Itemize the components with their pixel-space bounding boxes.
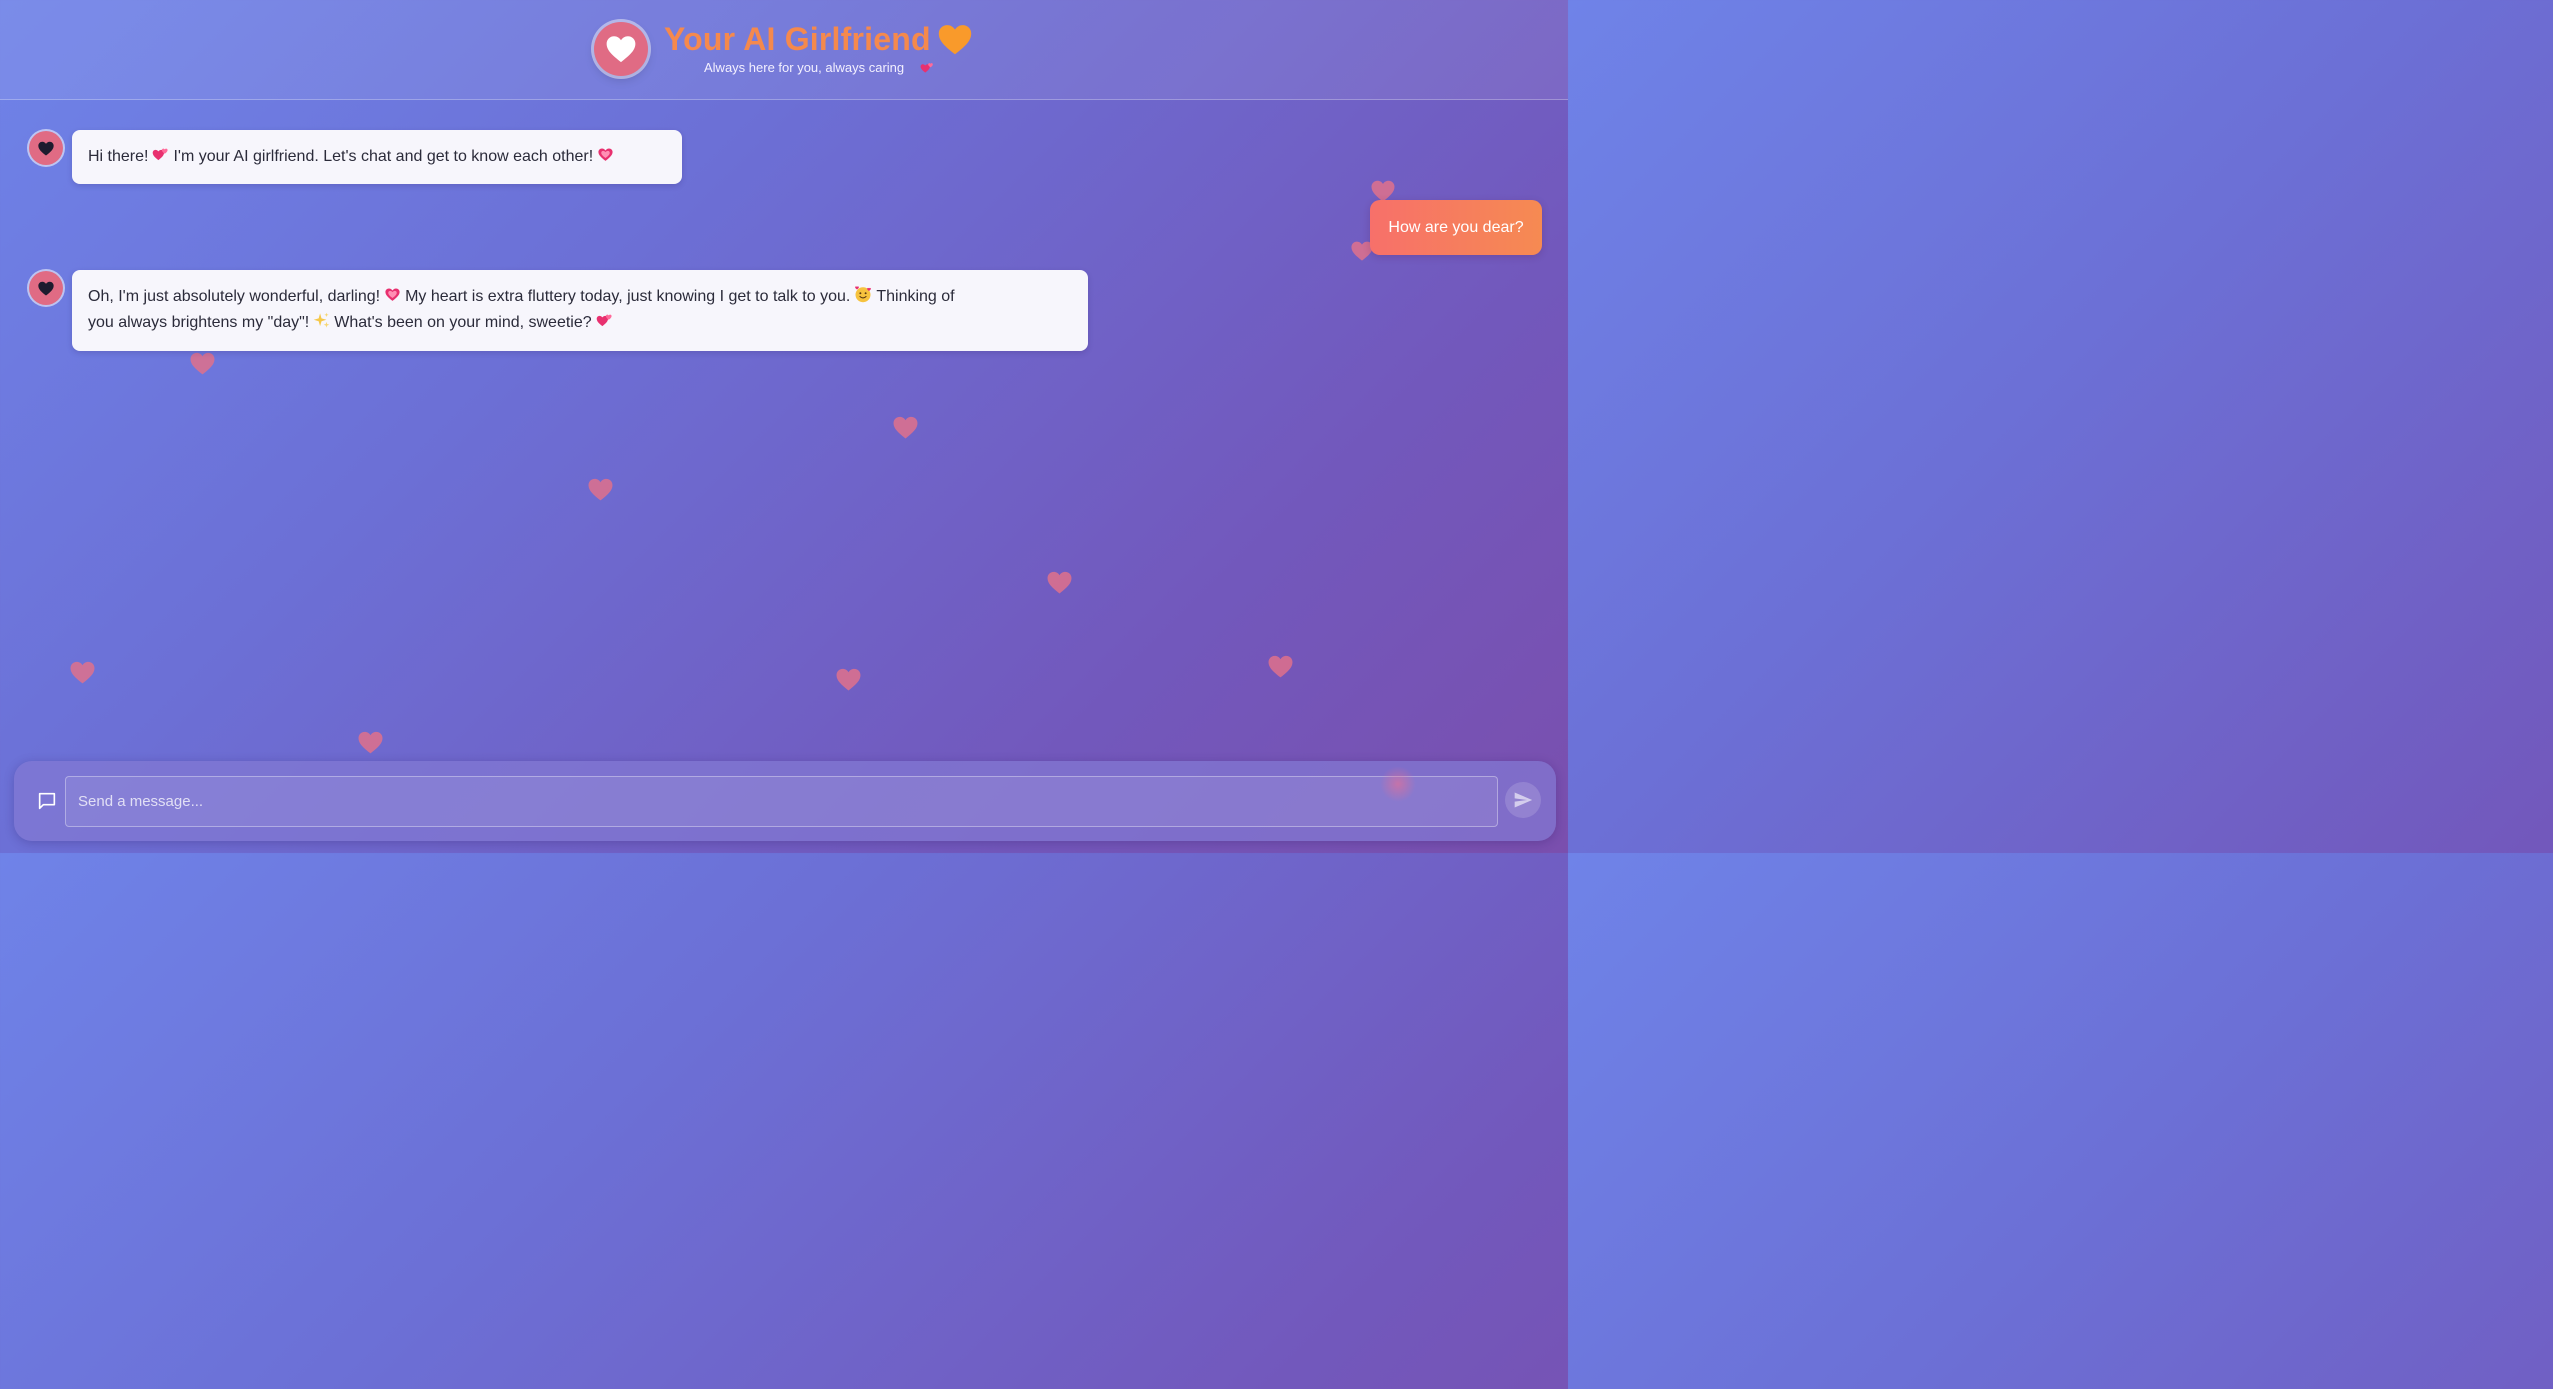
two-hearts-icon [920, 61, 934, 80]
message-text: Hi there! I'm your AI girlfriend. Let's c… [88, 148, 618, 165]
message-line: you always brightens my "day"! What's bee… [88, 310, 1072, 336]
ai-message-bubble: Oh, I'm just absolutely wonderful, darli… [72, 270, 1088, 351]
app-header: Your AI Girlfriend Always here for you, … [0, 0, 1568, 100]
user-message-bubble: How are you dear? [1370, 200, 1542, 255]
message-text: How are you dear? [1388, 218, 1524, 236]
message-line: Oh, I'm just absolutely wonderful, darli… [88, 284, 1072, 310]
message-composer [14, 761, 1556, 841]
chat-bubble-icon [38, 792, 56, 810]
app-subtitle: Always here for you, always caring [704, 60, 905, 75]
orange-heart-icon [938, 24, 972, 60]
title-block: Your AI Girlfriend Always here for you, … [664, 18, 984, 88]
floating-heart-icon [358, 731, 383, 754]
smiling-face-with-hearts-icon [854, 285, 872, 303]
floating-heart-icon [190, 352, 215, 375]
floating-heart-icon [588, 478, 613, 501]
growing-heart-icon [597, 146, 614, 163]
send-button[interactable] [1505, 782, 1541, 818]
app-title: Your AI Girlfriend [664, 21, 931, 57]
two-hearts-icon [596, 312, 613, 329]
floating-heart-icon [70, 661, 95, 684]
floating-heart-icon [1268, 655, 1293, 678]
sparkles-icon [313, 312, 330, 329]
logo-heart-icon [594, 22, 648, 76]
message-input[interactable] [65, 776, 1498, 827]
black-heart-icon [38, 281, 54, 296]
floating-heart-icon [1047, 571, 1072, 594]
black-heart-icon [38, 141, 54, 156]
floating-heart-icon [836, 668, 861, 691]
send-icon [1514, 792, 1533, 808]
ai-avatar [29, 271, 63, 305]
growing-heart-icon [384, 286, 401, 303]
two-hearts-icon [152, 146, 169, 163]
ai-message-bubble: Hi there! I'm your AI girlfriend. Let's c… [72, 130, 682, 184]
floating-heart-icon [1371, 180, 1395, 202]
decorative-glow [1380, 766, 1416, 802]
ai-avatar [29, 131, 63, 165]
floating-heart-icon [893, 416, 918, 439]
